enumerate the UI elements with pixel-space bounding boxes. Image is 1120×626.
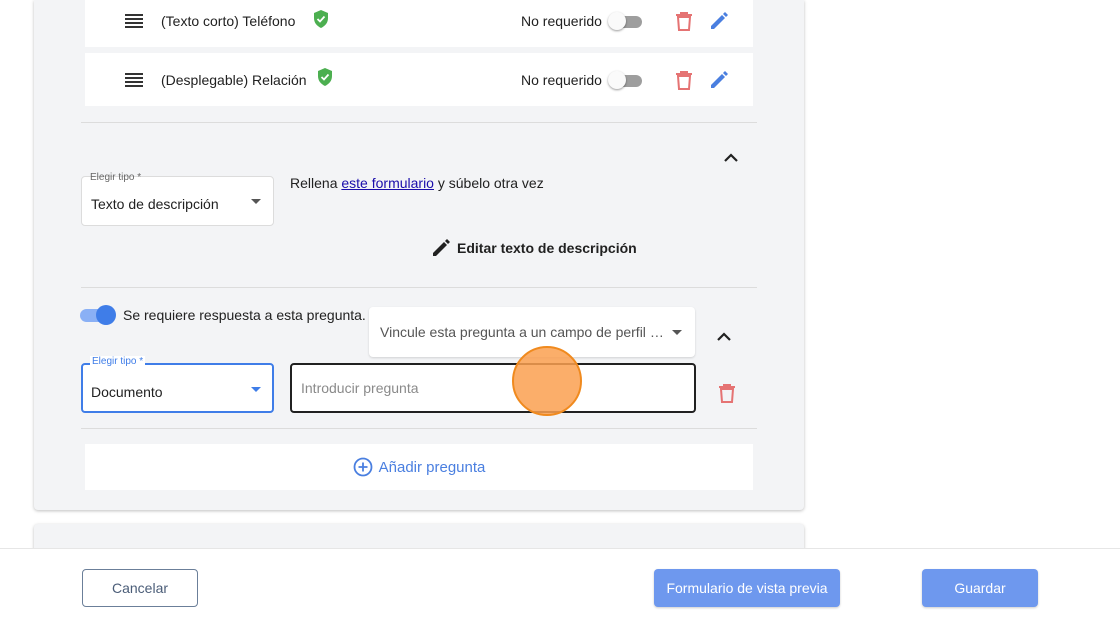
description-text: Rellena este formulario y súbelo otra ve… [290, 175, 544, 191]
section-divider [81, 428, 757, 429]
edit-description-label: Editar texto de descripción [457, 240, 637, 256]
add-circle-icon [353, 457, 373, 477]
edit-description-button[interactable]: Editar texto de descripción [431, 237, 637, 259]
description-text-start: Rellena [290, 175, 342, 191]
pencil-icon[interactable] [709, 11, 729, 31]
footer-bar: Cancelar Formulario de vista previa Guar… [0, 548, 1120, 626]
required-toggle[interactable] [608, 12, 642, 30]
save-button[interactable]: Guardar [922, 569, 1038, 607]
verified-check-icon [318, 68, 332, 86]
required-answer-toggle[interactable] [80, 305, 116, 325]
section-divider [81, 287, 757, 288]
preview-form-button[interactable]: Formulario de vista previa [654, 569, 840, 607]
trash-icon[interactable] [675, 11, 693, 31]
cursor-highlight [512, 346, 582, 416]
profile-field-placeholder: Vincule esta pregunta a un campo de perf… [380, 324, 670, 340]
chevron-up-icon[interactable] [716, 330, 732, 342]
section-divider [81, 122, 757, 123]
field-value: Documento [91, 384, 163, 400]
question-label: (Desplegable) Relación [161, 72, 307, 88]
description-type-select[interactable]: Elegir tipo * Texto de descripción [81, 172, 274, 226]
add-question-label: Añadir pregunta [378, 458, 486, 476]
question-input[interactable] [290, 363, 696, 413]
drag-handle-icon[interactable] [125, 14, 143, 28]
caret-down-icon [251, 387, 261, 392]
required-status-label: No requerido [521, 72, 602, 88]
pencil-icon[interactable] [709, 70, 729, 90]
field-label: Elegir tipo * [90, 356, 146, 367]
pencil-icon [433, 239, 450, 256]
required-answer-label: Se requiere respuesta a esta pregunta. [123, 307, 366, 323]
field-value: Texto de descripción [91, 196, 219, 212]
required-toggle[interactable] [608, 71, 642, 89]
caret-down-icon [672, 330, 682, 335]
cancel-button[interactable]: Cancelar [82, 569, 198, 607]
add-question-button[interactable]: Añadir pregunta [85, 444, 753, 490]
trash-icon[interactable] [718, 383, 736, 403]
question-label: (Texto corto) Teléfono [161, 13, 296, 29]
field-label: Elegir tipo * [90, 172, 142, 183]
question-row-relacion: (Desplegable) Relación No requerido [85, 53, 753, 106]
verified-check-icon [314, 10, 328, 28]
chevron-up-icon[interactable] [723, 151, 739, 163]
caret-down-icon [251, 199, 261, 204]
form-link[interactable]: este formulario [341, 175, 434, 191]
form-editor-screen: (Texto corto) Teléfono No requerido (Des… [0, 0, 1120, 626]
drag-handle-icon[interactable] [125, 73, 143, 87]
trash-icon[interactable] [675, 70, 693, 90]
question-row-telefono: (Texto corto) Teléfono No requerido [85, 0, 753, 47]
description-text-end: y súbelo otra vez [433, 175, 544, 191]
required-status-label: No requerido [521, 13, 602, 29]
question-type-select[interactable]: Elegir tipo * Documento [81, 356, 274, 413]
